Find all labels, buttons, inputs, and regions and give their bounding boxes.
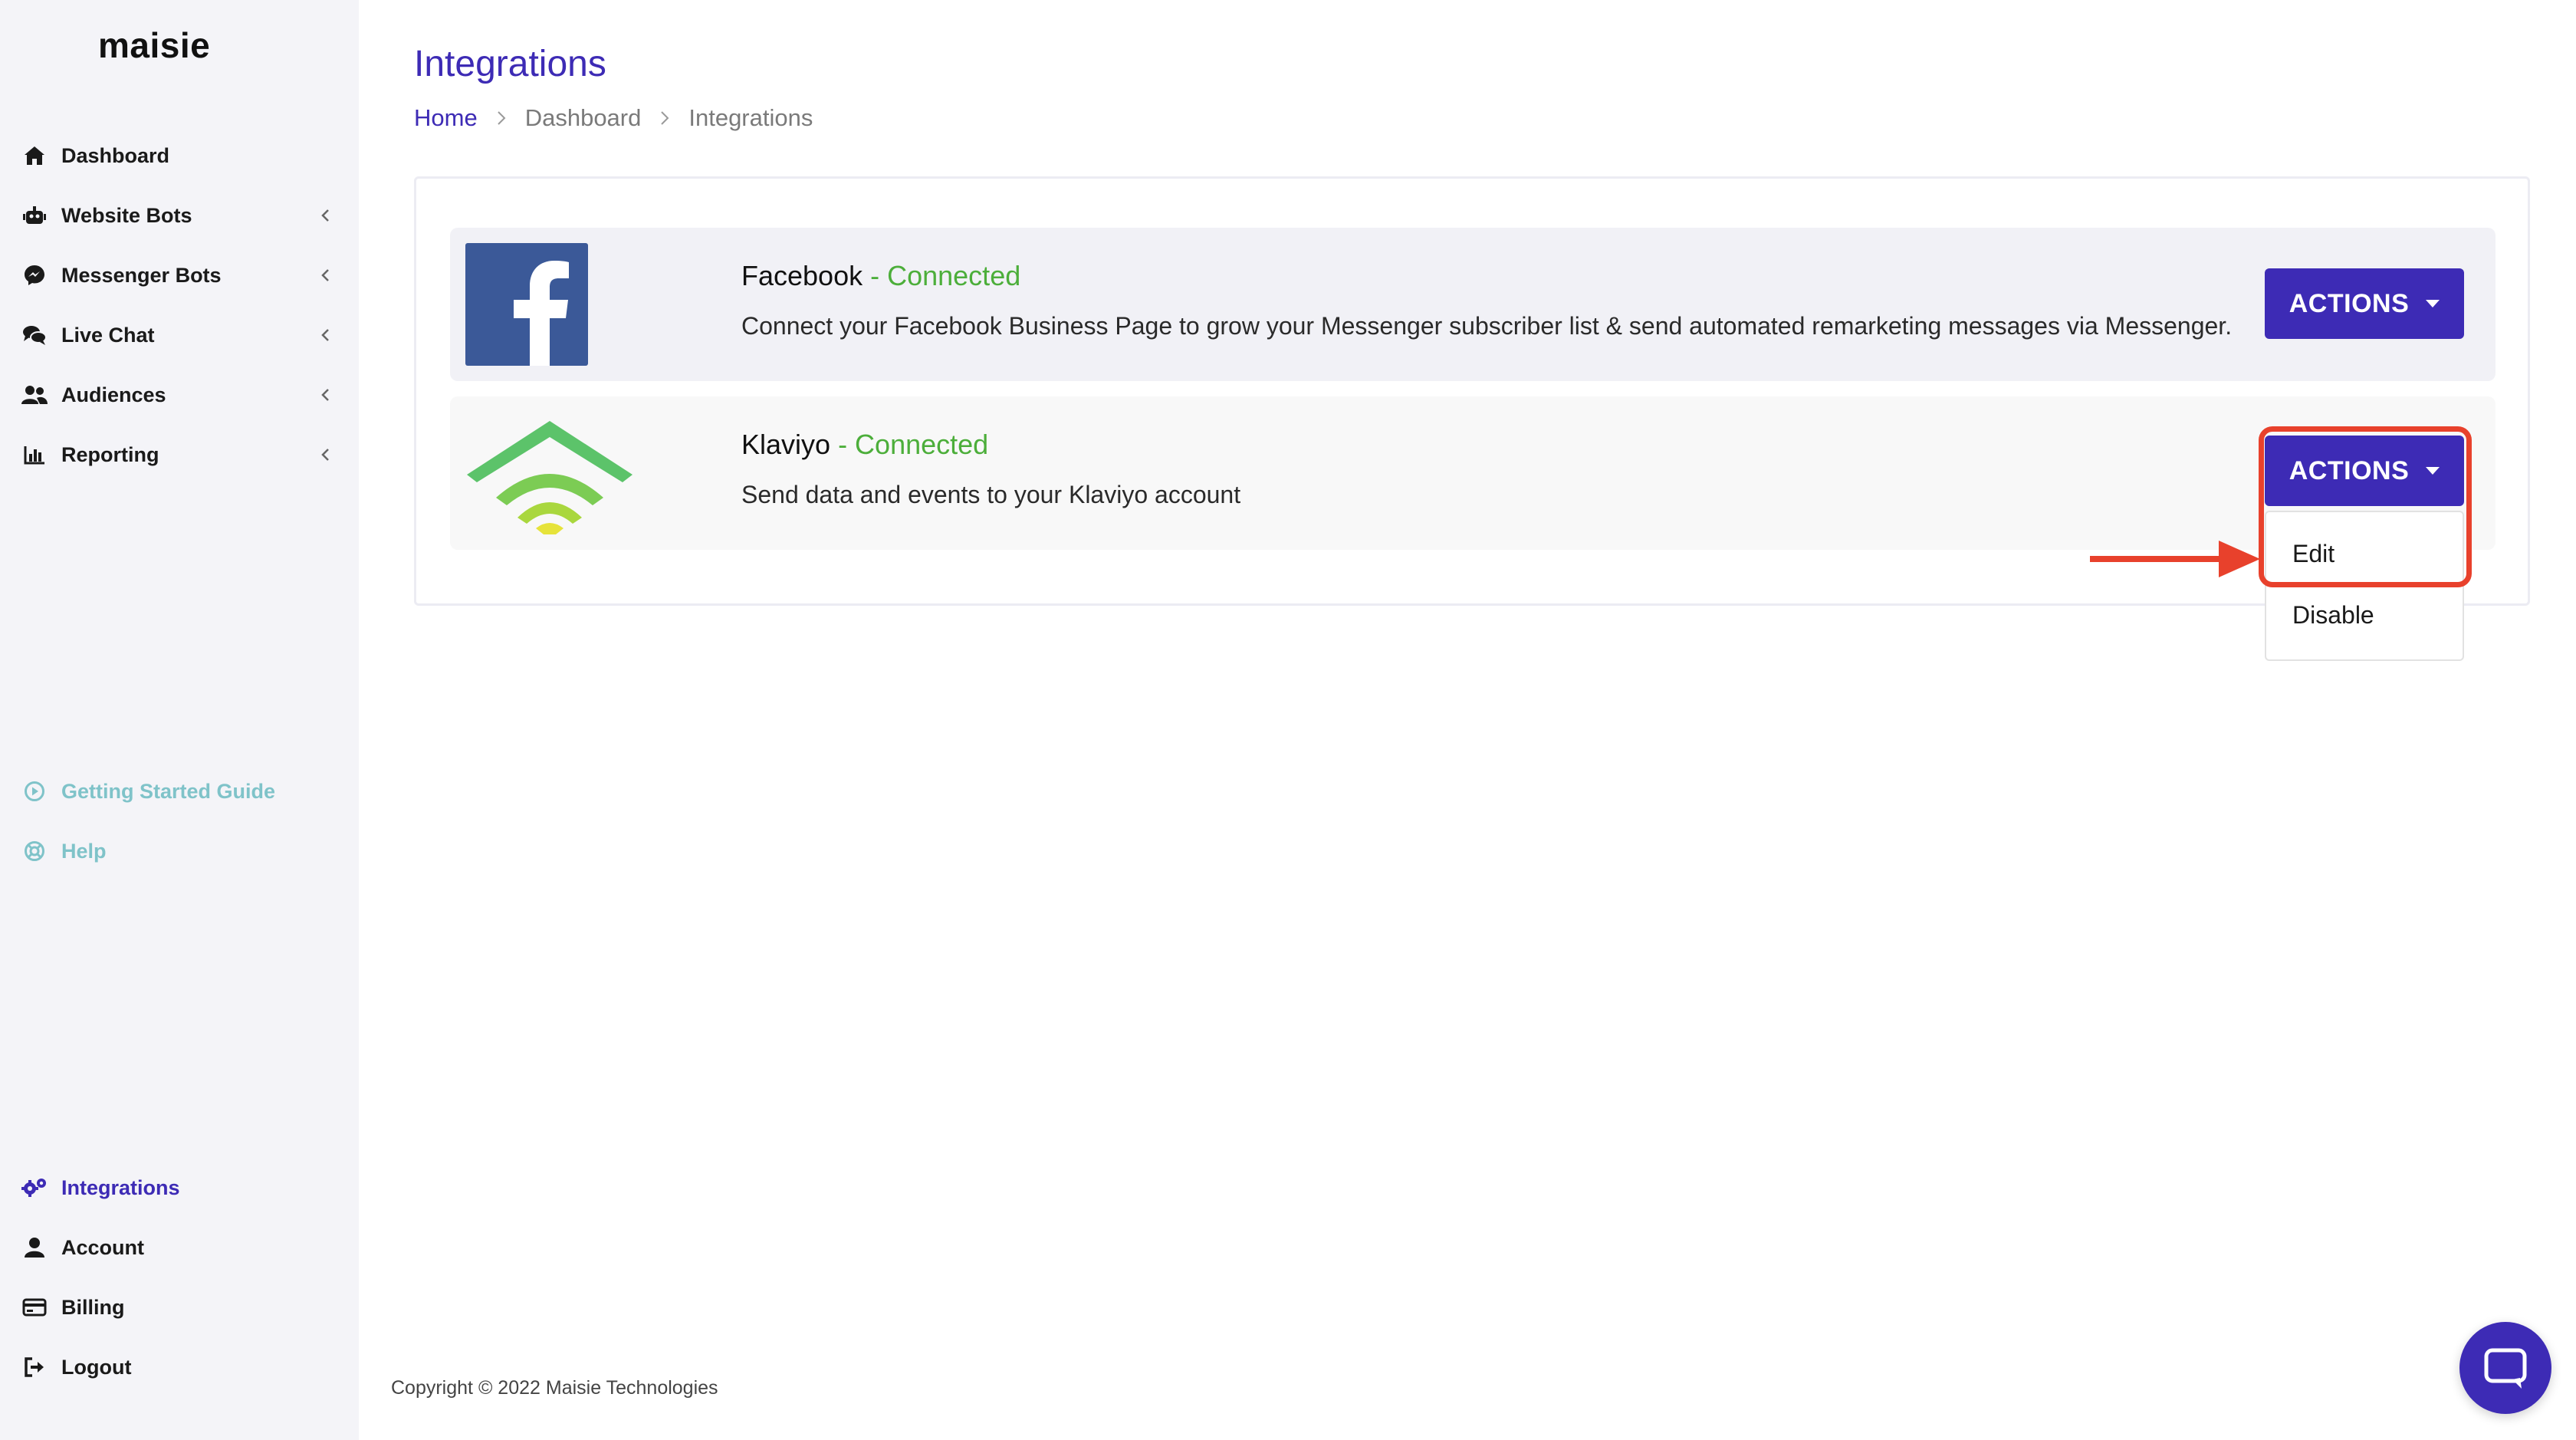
sidebar-item-label: Account bbox=[61, 1235, 144, 1259]
sidebar-item-integrations[interactable]: Integrations bbox=[21, 1165, 343, 1211]
sidebar-item-label: Help bbox=[61, 839, 107, 863]
chevron-left-icon bbox=[321, 209, 329, 222]
sidebar-item-label: Getting Started Guide bbox=[61, 779, 276, 803]
sidebar-item-label: Reporting bbox=[61, 442, 159, 466]
klaviyo-logo bbox=[465, 412, 634, 534]
dropdown-item-disable[interactable]: Disable bbox=[2292, 601, 2374, 630]
chevron-left-icon bbox=[321, 329, 329, 341]
sidebar-item-billing[interactable]: Billing bbox=[21, 1284, 343, 1330]
logout-icon bbox=[21, 1354, 48, 1380]
home-icon bbox=[21, 143, 48, 169]
integration-row-klaviyo: Klaviyo - Connected Send data and events… bbox=[450, 396, 2496, 550]
facebook-logo bbox=[465, 243, 588, 366]
sidebar-item-label: Integrations bbox=[61, 1175, 180, 1199]
sidebar-item-audiences[interactable]: Audiences bbox=[21, 372, 343, 418]
sidebar-item-website-bots[interactable]: Website Bots bbox=[21, 192, 343, 238]
sidebar-item-dashboard[interactable]: Dashboard bbox=[21, 133, 343, 179]
page-title: Integrations bbox=[414, 44, 606, 84]
integration-name: Klaviyo bbox=[741, 429, 831, 460]
chevron-left-icon bbox=[321, 269, 329, 281]
sidebar-item-label: Website Bots bbox=[61, 203, 192, 227]
chat-bubble-icon bbox=[2484, 1348, 2527, 1389]
integration-title: Klaviyo - Connected bbox=[741, 429, 988, 461]
chevron-left-icon bbox=[321, 389, 329, 401]
facebook-actions-button[interactable]: ACTIONS bbox=[2265, 268, 2464, 339]
sidebar-item-label: Dashboard bbox=[61, 143, 170, 167]
integration-description: Send data and events to your Klaviyo acc… bbox=[741, 481, 1241, 508]
integration-status: - Connected bbox=[863, 260, 1021, 291]
credit-card-icon bbox=[21, 1294, 48, 1320]
breadcrumb-dashboard[interactable]: Dashboard bbox=[525, 104, 642, 132]
sidebar-item-label: Messenger Bots bbox=[61, 263, 222, 287]
integration-description: Connect your Facebook Business Page to g… bbox=[741, 312, 2233, 340]
chevron-right-icon bbox=[497, 111, 506, 125]
live-chat-launcher[interactable] bbox=[2459, 1322, 2551, 1414]
sidebar-item-label: Logout bbox=[61, 1355, 132, 1379]
caret-down-icon bbox=[2426, 300, 2440, 307]
gears-icon bbox=[21, 1175, 48, 1201]
breadcrumb-home[interactable]: Home bbox=[414, 104, 478, 132]
chevron-left-icon bbox=[321, 449, 329, 461]
integration-title: Facebook - Connected bbox=[741, 260, 1020, 292]
robot-icon bbox=[21, 202, 48, 228]
integration-name: Facebook bbox=[741, 260, 863, 291]
sidebar-item-messenger-bots[interactable]: Messenger Bots bbox=[21, 252, 343, 298]
sidebar-item-help[interactable]: Help bbox=[21, 828, 343, 874]
sidebar: maisie Dashboard Website Bots Messenger … bbox=[0, 0, 359, 1440]
sidebar-item-label: Audiences bbox=[61, 383, 166, 406]
annotation-highlight-box bbox=[2259, 426, 2472, 587]
sidebar-item-label: Billing bbox=[61, 1295, 125, 1319]
sidebar-item-live-chat[interactable]: Live Chat bbox=[21, 312, 343, 358]
sidebar-item-logout[interactable]: Logout bbox=[21, 1344, 343, 1390]
breadcrumb: Home Dashboard Integrations bbox=[414, 104, 813, 132]
app-logo[interactable]: maisie bbox=[98, 25, 210, 66]
chat-icon bbox=[21, 322, 48, 348]
breadcrumb-current: Integrations bbox=[688, 104, 813, 131]
sidebar-item-reporting[interactable]: Reporting bbox=[21, 432, 343, 478]
actions-label: ACTIONS bbox=[2288, 288, 2410, 318]
sidebar-item-getting-started-guide[interactable]: Getting Started Guide bbox=[21, 768, 343, 814]
chevron-right-icon bbox=[661, 111, 669, 125]
integration-status: - Connected bbox=[830, 429, 989, 460]
users-icon bbox=[21, 382, 48, 408]
play-circle-icon bbox=[21, 778, 48, 804]
sidebar-item-label: Live Chat bbox=[61, 323, 155, 347]
integration-row-facebook: Facebook - Connected Connect your Facebo… bbox=[450, 228, 2496, 381]
footer-copyright: Copyright © 2022 Maisie Technologies bbox=[391, 1377, 718, 1399]
messenger-icon bbox=[21, 262, 48, 288]
user-icon bbox=[21, 1235, 48, 1261]
annotation-arrow-icon bbox=[2090, 541, 2260, 577]
sidebar-item-account[interactable]: Account bbox=[21, 1225, 343, 1271]
chart-icon bbox=[21, 442, 48, 468]
lifebuoy-icon bbox=[21, 838, 48, 864]
